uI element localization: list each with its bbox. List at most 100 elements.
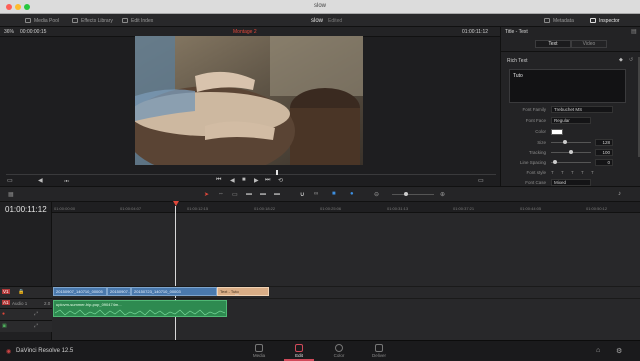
audio-meter-icon[interactable]: ♪ <box>618 191 621 197</box>
color-swatch[interactable] <box>551 128 563 135</box>
timeline-name[interactable]: Montage 2 <box>233 29 257 35</box>
track-expand-icon-2[interactable]: ⤢ <box>34 323 38 329</box>
page-deliver[interactable]: Deliver <box>364 343 394 358</box>
timeline-playhead-marker[interactable] <box>173 201 179 206</box>
size-slider[interactable] <box>551 140 591 144</box>
trim-tool-icon[interactable]: ⇔ <box>218 191 224 197</box>
audio-clip[interactable]: uplovm-summer-hip-pop_090474m... <box>53 300 227 317</box>
audio-waveform <box>55 309 225 316</box>
blade-tool-icon[interactable]: ▭ <box>232 191 238 198</box>
timeline-panel[interactable] <box>0 202 640 340</box>
page-media-label: Media <box>252 353 266 358</box>
go-to-start-icon[interactable]: ⏮ <box>216 177 221 184</box>
volume-icon[interactable]: ◀ <box>38 177 43 184</box>
link-icon[interactable]: ∞ <box>314 191 318 197</box>
line-spacing-value[interactable]: 0 <box>595 159 613 166</box>
edit-index-icon <box>122 18 128 23</box>
video-frame-image <box>135 36 363 165</box>
reverse-play-icon[interactable]: ◀ <box>230 177 235 184</box>
go-to-end-icon[interactable]: ⏭ <box>265 177 270 184</box>
title-clip[interactable]: Text - Tuto <box>217 287 269 296</box>
tracking-value[interactable]: 100 <box>595 149 613 156</box>
replace-icon[interactable]: ▬ <box>274 191 280 197</box>
ruler-tick: 01:00:12:15 <box>187 206 209 211</box>
font-style-caps-button[interactable]: T <box>591 170 601 175</box>
font-family-row: Font Family Trebuchet MS <box>509 106 636 113</box>
edit-index-button[interactable]: Edit Index <box>122 16 153 25</box>
overwrite-icon[interactable]: ▬ <box>260 191 266 197</box>
top-toolbar: Media Pool Effects Library Edit Index sl… <box>0 14 640 27</box>
zoom-slider[interactable] <box>392 192 434 196</box>
color-page-icon <box>335 344 343 352</box>
match-frame-icon[interactable]: ▭ <box>478 177 484 184</box>
zoom-in-icon[interactable]: ⊕ <box>440 191 445 198</box>
track-v1-header[interactable]: V1 🔒 <box>0 286 52 298</box>
project-status: Edited <box>328 17 343 24</box>
project-title: slow Edited <box>311 16 342 25</box>
collapse-icon[interactable]: ▤ <box>631 28 637 35</box>
inspector-button[interactable]: Inspector <box>590 16 620 25</box>
video-frame[interactable] <box>135 36 363 165</box>
page-color[interactable]: Color <box>324 343 354 358</box>
font-style-bold-button[interactable]: T <box>551 170 561 175</box>
zoom-out-icon[interactable]: ⊖ <box>374 191 379 198</box>
size-value[interactable]: 128 <box>595 139 613 146</box>
play-icon[interactable]: ▶ <box>254 177 259 184</box>
flag-icon[interactable]: ■ <box>332 191 336 197</box>
font-style-strike-button[interactable]: T <box>581 170 591 175</box>
video-clip[interactable]: 20150723_140710_00003 <box>131 287 217 296</box>
font-case-label: Font Case <box>525 180 546 185</box>
tab-text[interactable]: Text <box>535 40 571 48</box>
page-edit-label: Edit <box>295 353 303 358</box>
ruler-tick: 01:00:50:12 <box>586 206 608 211</box>
layout-icon[interactable]: ▦ <box>8 191 14 198</box>
snapping-icon[interactable]: ∪ <box>300 191 304 198</box>
timeline-ruler[interactable]: 01:00:00:00 01:00:04:07 01:00:12:15 01:0… <box>52 202 640 213</box>
font-family-select[interactable]: Trebuchet MS <box>551 106 613 113</box>
track-monitor-icon[interactable]: ▣ <box>2 323 7 329</box>
zoom-level[interactable]: 36% <box>4 29 14 35</box>
reset-icon[interactable]: ↺ <box>629 57 633 63</box>
line-spacing-label: Line Spacing <box>519 160 546 165</box>
metadata-button[interactable]: Metadata <box>544 16 574 25</box>
settings-icon[interactable]: ⚙ <box>616 347 622 355</box>
track-a2-controls: ▣ ⤢ <box>0 320 52 332</box>
tracking-slider[interactable] <box>551 150 591 154</box>
loop-icon[interactable]: ⟲ <box>278 177 283 184</box>
marker-icon[interactable]: ● <box>350 191 354 197</box>
font-style-italic-button[interactable]: T <box>561 170 571 175</box>
text-editor-field[interactable]: Tuto <box>509 69 626 103</box>
ruler-tick: 01:00:25:06 <box>320 206 342 211</box>
font-case-select[interactable]: Mixed <box>551 179 591 186</box>
home-icon[interactable]: ⌂ <box>596 347 600 354</box>
transport-controls: ▭ ◀ •●• ⏮ ◀ ■ ▶ ⏭ ⟲ ▭ <box>0 174 500 186</box>
inspector-icon <box>590 18 596 23</box>
track-a1-controls: ● ⤢ <box>0 308 52 320</box>
jog-icon[interactable]: •●• <box>64 178 69 183</box>
page-edit[interactable]: Edit <box>284 343 314 361</box>
tab-video[interactable]: Video <box>571 40 607 48</box>
font-style-underline-button[interactable]: T <box>571 170 581 175</box>
viewer-options-icon[interactable]: ▭ <box>7 177 13 184</box>
app-name: DaVinci Resolve 12.5 <box>16 348 74 354</box>
selection-tool-icon[interactable]: ➤ <box>204 191 209 198</box>
keyframe-icon[interactable]: ◆ <box>619 57 623 63</box>
stop-icon[interactable]: ■ <box>242 177 246 183</box>
color-row: Color <box>509 128 636 135</box>
media-pool-button[interactable]: Media Pool <box>25 16 59 25</box>
font-face-select[interactable]: Regular <box>551 117 591 124</box>
track-a1-header[interactable]: A1 Audio 1 2.0 <box>0 298 52 308</box>
timeline-timecode: 01:00:11:12 <box>5 205 47 214</box>
video-clip[interactable]: 20150907... <box>107 287 131 296</box>
effects-library-button[interactable]: Effects Library <box>72 16 113 25</box>
line-spacing-slider[interactable] <box>551 160 591 164</box>
track-record-icon[interactable]: ● <box>2 311 5 317</box>
insert-icon[interactable]: ▬ <box>246 191 252 197</box>
track-lock-icon[interactable]: 🔒 <box>18 289 24 295</box>
track-expand-icon[interactable]: ⤢ <box>34 311 38 317</box>
page-media[interactable]: Media <box>244 343 274 358</box>
video-clip[interactable]: 20150907_140710_00005 <box>53 287 107 296</box>
rich-text-section[interactable]: Rich Text <box>507 58 527 64</box>
inspector-title: Title - Text <box>505 29 528 35</box>
effects-library-label: Effects Library <box>81 17 113 24</box>
